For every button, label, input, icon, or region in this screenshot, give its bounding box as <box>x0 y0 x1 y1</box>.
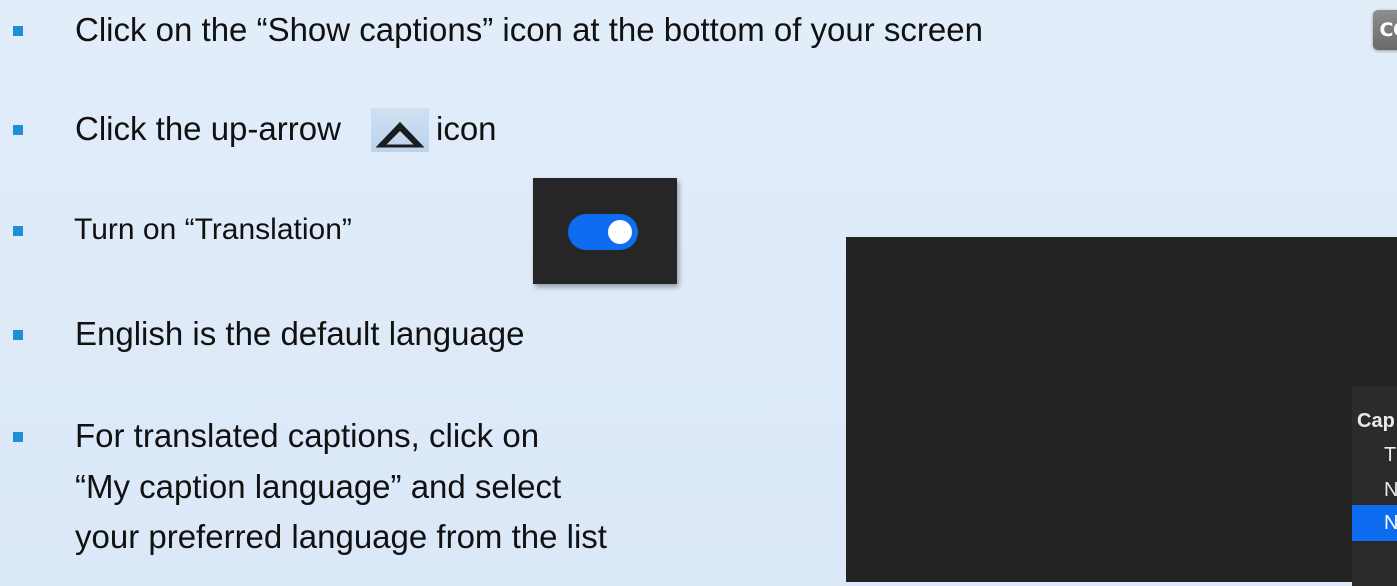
caption-settings-screenshot <box>846 237 1397 582</box>
instruction-translated-captions-line-2: “My caption language” and select <box>75 468 562 505</box>
instruction-show-captions: Click on the “Show captions” icon at the… <box>75 11 983 48</box>
instruction-up-arrow-after: icon <box>436 110 497 147</box>
bullet-marker <box>13 125 23 135</box>
bullet-marker <box>13 432 23 442</box>
caption-menu-item[interactable]: T <box>1384 444 1396 467</box>
bullet-marker <box>13 330 23 340</box>
instruction-default-language: English is the default language <box>75 315 525 352</box>
up-arrow-button[interactable] <box>371 108 429 152</box>
instruction-translated-captions-line-1: For translated captions, click on <box>75 417 540 454</box>
toggle-knob <box>608 220 632 244</box>
translation-toggle-panel <box>533 178 677 284</box>
bullet-marker <box>13 26 23 36</box>
translation-toggle[interactable] <box>568 214 638 250</box>
caption-menu-item-selected-label: N <box>1384 512 1397 534</box>
instruction-up-arrow: Click the up-arrow <box>75 108 341 150</box>
caption-menu-item[interactable]: N <box>1384 479 1397 502</box>
slide: Click on the “Show captions” icon at the… <box>0 0 1397 586</box>
show-captions-button[interactable]: CC <box>1373 10 1397 50</box>
closed-captions-icon: CC <box>1379 19 1397 41</box>
caption-menu-title: Cap <box>1357 410 1395 432</box>
bullet-marker <box>13 226 23 236</box>
chevron-up-icon <box>375 121 425 148</box>
instruction-translation: Turn on “Translation” <box>74 213 352 246</box>
instruction-translated-captions-line-3: your preferred language from the list <box>75 518 607 555</box>
instruction-up-arrow-before: Click the up-arrow <box>75 110 341 147</box>
